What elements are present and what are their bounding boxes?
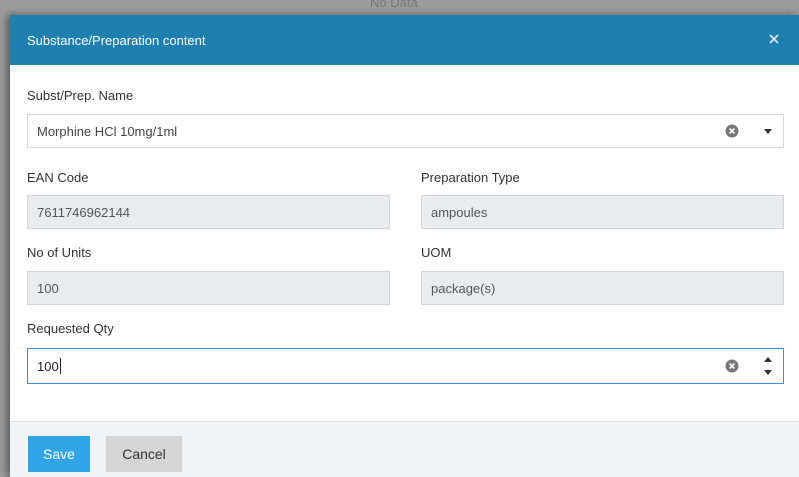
cancel-button[interactable]: Cancel [106, 436, 182, 472]
decrement-icon[interactable] [764, 370, 772, 375]
uom-field: package(s) [421, 271, 784, 305]
close-icon[interactable] [767, 32, 781, 46]
no-of-units-label: No of Units [27, 245, 92, 260]
uom-value: package(s) [431, 280, 496, 296]
preparation-type-field: ampoules [421, 195, 784, 229]
text-caret [59, 358, 61, 374]
clear-icon[interactable] [725, 359, 739, 373]
no-of-units-value: 100 [37, 280, 59, 296]
requested-qty-input[interactable]: 100 [27, 348, 784, 384]
preparation-type-value: ampoules [431, 204, 488, 220]
dialog-header: Substance/Preparation content [10, 15, 799, 65]
ean-code-value: 7611746962144 [37, 204, 131, 220]
dialog-title: Substance/Preparation content [27, 32, 206, 48]
subst-name-label: Subst/Prep. Name [27, 88, 134, 103]
uom-label: UOM [421, 245, 452, 260]
requested-qty-value: 100 [37, 358, 59, 374]
no-of-units-field: 100 [27, 271, 390, 305]
subst-name-value: Morphine HCl 10mg/1ml [37, 123, 178, 139]
preparation-type-label: Preparation Type [421, 170, 520, 185]
subst-name-select[interactable]: Morphine HCl 10mg/1ml [27, 114, 784, 148]
dialog-footer: Save Cancel [10, 421, 799, 477]
backdrop-no-data-text: No Data [370, 0, 418, 10]
requested-qty-label: Requested Qty [27, 321, 114, 336]
chevron-down-icon[interactable] [764, 129, 772, 134]
ean-code-label: EAN Code [27, 170, 89, 185]
clear-icon[interactable] [725, 124, 739, 138]
ean-code-field: 7611746962144 [27, 195, 390, 229]
save-button[interactable]: Save [28, 436, 90, 472]
substance-dialog: Substance/Preparation content Subst/Prep… [10, 15, 799, 477]
increment-icon[interactable] [764, 357, 772, 362]
